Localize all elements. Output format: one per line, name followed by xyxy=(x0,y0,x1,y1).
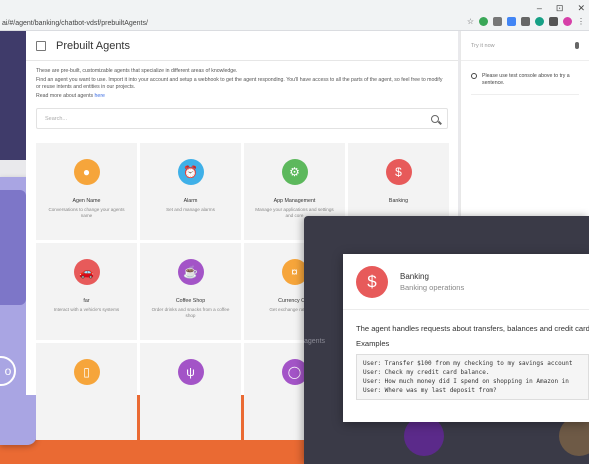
card-header: $ Banking Banking operations xyxy=(343,254,589,310)
divider xyxy=(471,94,579,95)
example-line: User: How much money did I spend on shop… xyxy=(363,378,569,385)
agent-description: Order drinks and snacks from a coffee sh… xyxy=(151,307,230,318)
extension-blue-icon[interactable] xyxy=(507,17,516,26)
intro-line-3-prefix: Read more about agents xyxy=(36,93,95,99)
menu-icon[interactable]: ⋮ xyxy=(577,17,585,26)
agent-description: Conversations to change your agents name xyxy=(48,207,125,218)
example-line: User: Check my credit card balance. xyxy=(363,369,490,376)
address-bar[interactable]: ai/#/agent/banking/chatbot-vdsf/prebuilt… xyxy=(0,17,500,30)
backdrop-label: agents xyxy=(304,338,326,345)
card-agent-name: Banking xyxy=(400,271,429,281)
example-line: User: Transfer $100 from my checking to … xyxy=(363,360,573,367)
agent-tile[interactable]: ▯ xyxy=(36,343,137,440)
minimize-button[interactable]: – xyxy=(537,3,542,14)
try-it-now-input[interactable]: Try it now xyxy=(461,31,589,61)
backdrop-brown-icon xyxy=(559,416,589,456)
background-card-inner xyxy=(0,190,26,305)
star-icon[interactable]: ☆ xyxy=(467,17,474,26)
intro-line-2: Find an agent you want to use. Import it… xyxy=(36,77,443,90)
intro-text: These are pre-built, customizable agents… xyxy=(26,61,458,100)
try-it-now-label: Try it now xyxy=(471,42,495,49)
coffee-icon: ☕ xyxy=(177,259,204,285)
info-icon xyxy=(471,73,477,79)
agent-tile[interactable]: ⏰ Alarm Set and manage alarms xyxy=(140,143,241,240)
agent-name: App Management xyxy=(273,198,316,204)
agent-name: Alarm xyxy=(183,198,198,204)
agent-name: far xyxy=(83,298,90,304)
page-header: Prebuilt Agents xyxy=(26,31,458,61)
agent-detail-card: $ Banking Banking operations The agent h… xyxy=(343,254,589,422)
console-info-text: Please use test console above to try a s… xyxy=(482,73,570,86)
dollar-icon: $ xyxy=(356,265,388,298)
card-agent-subtitle: Banking operations xyxy=(400,282,465,292)
mail-icon[interactable] xyxy=(493,17,502,26)
microphone-icon[interactable] xyxy=(575,42,579,49)
agent-name: Coffee Shop xyxy=(175,298,206,304)
examples-heading: Examples xyxy=(356,339,390,348)
search-icon[interactable] xyxy=(431,114,439,123)
agent-description: Set and manage alarms xyxy=(166,207,215,212)
close-button[interactable]: ✕ xyxy=(577,3,585,14)
gears-icon: ⚙ xyxy=(281,159,308,185)
fork-knife-icon: ψ xyxy=(177,359,204,385)
profile-icon[interactable] xyxy=(563,17,572,26)
puzzle-icon[interactable] xyxy=(549,17,558,26)
intro-line-1: These are pre-built, customizable agents… xyxy=(36,68,238,74)
person-icon: ● xyxy=(73,159,100,185)
console-info: Please use test console above to try a s… xyxy=(461,61,589,86)
window-controls: – ⊡ ✕ xyxy=(537,3,585,14)
extension-green-icon[interactable] xyxy=(479,17,488,26)
extension-toolbar: ☆ ⋮ xyxy=(467,17,585,26)
browser-chrome: – ⊡ ✕ ai/#/agent/banking/chatbot-vdsf/pr… xyxy=(0,0,589,31)
extension-teal-icon[interactable] xyxy=(535,17,544,26)
read-more-link[interactable]: here xyxy=(95,93,105,99)
search-placeholder: Search... xyxy=(45,115,68,122)
agent-name: Agen Name xyxy=(72,198,101,204)
maximize-button[interactable]: ⊡ xyxy=(556,3,564,14)
backdrop-purple-icon xyxy=(404,416,444,456)
example-line: User: Where was my last deposit from? xyxy=(363,387,497,394)
book-icon xyxy=(36,40,46,51)
phone-icon: ▯ xyxy=(73,359,100,385)
agent-tile[interactable]: ☕ Coffee Shop Order drinks and snacks from… xyxy=(140,243,241,340)
alarm-icon: ⏰ xyxy=(177,159,204,185)
card-description: The agent handles requests about transfe… xyxy=(356,324,589,333)
agent-name: Banking xyxy=(388,198,409,204)
search-input[interactable]: Search... xyxy=(36,108,448,129)
page-title: Prebuilt Agents xyxy=(56,39,130,52)
car-icon: 🚗 xyxy=(73,259,100,285)
camera-icon[interactable] xyxy=(521,17,530,26)
examples-box: User: Transfer $100 from my checking to … xyxy=(356,354,589,400)
agent-tile[interactable]: 🚗 far Interact with a vehicle's systems xyxy=(36,243,137,340)
intro-line-3: Read more about agents here xyxy=(36,93,448,100)
agent-description: Interact with a vehicle's systems xyxy=(53,307,120,312)
agent-tile[interactable]: ● Agen Name Conversations to change your a… xyxy=(36,143,137,240)
agent-tile[interactable]: ψ xyxy=(140,343,241,440)
dollar-icon: $ xyxy=(385,159,412,185)
